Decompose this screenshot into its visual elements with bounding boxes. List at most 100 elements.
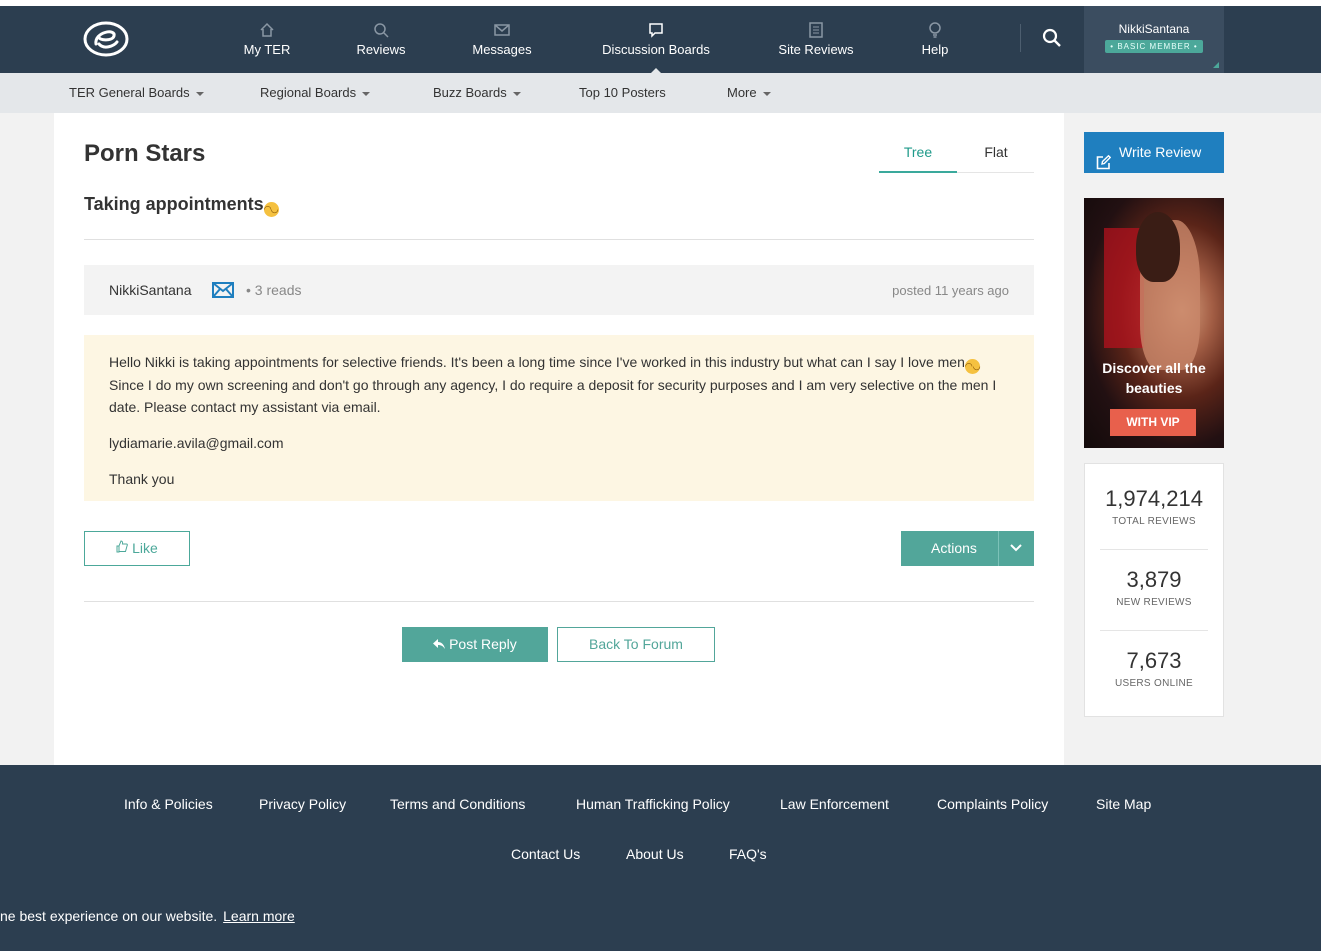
nav-site-reviews[interactable]: Site Reviews (775, 6, 857, 73)
subnav-regional-boards[interactable]: Regional Boards (260, 73, 371, 113)
subnav-buzz-boards[interactable]: Buzz Boards (433, 73, 521, 113)
footer-link-info-policies[interactable]: Info & Policies (124, 796, 213, 812)
ter-logo[interactable] (82, 20, 130, 58)
nav-label: Discussion Boards (602, 42, 710, 57)
stat-total-reviews: 1,974,214 TOTAL REVIEWS (1100, 486, 1208, 527)
footer-link-faqs[interactable]: FAQ's (729, 846, 767, 862)
nav-label: Site Reviews (778, 42, 854, 57)
search-icon (1042, 28, 1062, 53)
footer-link-law-enforcement[interactable]: Law Enforcement (780, 796, 889, 812)
divider (84, 601, 1034, 602)
subnav-label: Top 10 Posters (579, 85, 666, 100)
nav-label: My TER (243, 42, 291, 57)
post-header: NikkiSantana • 3 reads posted 11 years a… (84, 265, 1034, 315)
subnav-label: TER General Boards (69, 85, 190, 100)
actions-separator (998, 531, 999, 566)
footer-link-about-us[interactable]: About Us (626, 846, 684, 862)
chat-bubble-icon (648, 22, 664, 38)
username: NikkiSantana (1118, 22, 1190, 36)
smiley-emoji-icon: ◠◡ (263, 202, 279, 217)
stat-users-online: 7,673 USERS ONLINE (1100, 648, 1208, 689)
nav-label: Messages (472, 42, 532, 57)
thread-title-text: Taking appointments (84, 194, 264, 214)
thumbs-up-icon (116, 540, 132, 556)
stat-value: 1,974,214 (1105, 486, 1203, 511)
caret-down-icon (195, 91, 204, 96)
nav-messages[interactable]: Messages (467, 6, 537, 73)
cookie-notice: ne best experience on our website. Learn … (0, 908, 295, 924)
footer-link-human-trafficking[interactable]: Human Trafficking Policy (576, 796, 730, 812)
chevron-down-icon (1010, 541, 1022, 557)
actions-dropdown[interactable]: Actions (901, 531, 1034, 566)
envelope-icon[interactable] (212, 282, 234, 298)
footer-link-terms[interactable]: Terms and Conditions (390, 796, 525, 812)
footer-link-privacy-policy[interactable]: Privacy Policy (259, 796, 346, 812)
caret-down-icon (512, 91, 521, 96)
ad-headline: Discover all the beauties (1102, 360, 1206, 396)
subnav-top-10-posters[interactable]: Top 10 Posters (579, 73, 666, 113)
member-badge: • BASIC MEMBER • (1105, 40, 1203, 53)
nav-discussion-boards[interactable]: Discussion Boards (596, 6, 716, 74)
nav-reviews[interactable]: Reviews (352, 6, 410, 73)
nav-help[interactable]: Help (914, 6, 956, 73)
view-tabs: Tree Flat (879, 132, 1034, 173)
read-count-text: 3 reads (254, 282, 302, 298)
subnav-label: Buzz Boards (433, 85, 507, 100)
cookie-learn-more-link[interactable]: Learn more (223, 908, 295, 924)
divider (84, 239, 1034, 240)
home-icon (259, 22, 275, 38)
subnav-label: Regional Boards (260, 85, 357, 100)
post-closing: Thank you (109, 471, 175, 487)
like-button[interactable]: Like (84, 531, 190, 566)
stat-divider (1100, 549, 1208, 550)
back-to-forum-button[interactable]: Back To Forum (557, 627, 715, 662)
tab-tree[interactable]: Tree (879, 132, 957, 173)
read-count: • 3 reads (246, 282, 302, 298)
thread-title: Taking appointments◠◡ (84, 194, 279, 217)
nav-label: Help (921, 42, 949, 57)
nav-label: Reviews (356, 42, 406, 57)
subnav-more[interactable]: More (727, 73, 771, 113)
post-paragraph: Hello Nikki is taking appointments for s… (109, 351, 1009, 418)
site-stats: 1,974,214 TOTAL REVIEWS 3,879 NEW REVIEW… (1084, 463, 1224, 717)
vip-ad-banner[interactable]: Discover all the beauties WITH VIP (1084, 198, 1224, 448)
header-search-button[interactable] (1036, 24, 1068, 56)
envelope-icon (494, 22, 510, 38)
nav-my-ter[interactable]: My TER (238, 6, 296, 73)
board-title: Porn Stars (84, 140, 206, 167)
footer: Info & Policies Privacy Policy Terms and… (0, 765, 1321, 951)
footer-link-contact-us[interactable]: Contact Us (511, 846, 580, 862)
post-text-1: Hello Nikki is taking appointments for s… (109, 354, 965, 370)
ad-vip-button[interactable]: WITH VIP (1110, 409, 1196, 436)
post-body: Hello Nikki is taking appointments for s… (84, 335, 1034, 501)
ad-photo-detail (1136, 212, 1180, 282)
user-menu[interactable]: NikkiSantana • BASIC MEMBER • (1084, 6, 1224, 73)
post-email: lydiamarie.avila@gmail.com (109, 435, 284, 451)
search-icon (373, 22, 389, 38)
like-label: Like (132, 540, 158, 556)
document-icon (808, 22, 824, 38)
lightbulb-icon (927, 22, 943, 38)
caret-down-icon (762, 91, 771, 96)
actions-label: Actions (931, 540, 977, 556)
stat-new-reviews: 3,879 NEW REVIEWS (1100, 567, 1208, 608)
post-author[interactable]: NikkiSantana (109, 282, 192, 298)
user-menu-corner-icon (1213, 62, 1219, 68)
subnav-label: More (727, 85, 757, 100)
stat-divider (1100, 630, 1208, 631)
post-text-2: Since I do my own screening and don't go… (109, 377, 997, 415)
stat-label: USERS ONLINE (1114, 678, 1194, 689)
smiley-emoji-icon: ◠◡ (964, 359, 981, 374)
stat-label: TOTAL REVIEWS (1112, 516, 1196, 527)
post-reply-button[interactable]: Post Reply (402, 627, 548, 662)
stat-value: 7,673 (1126, 648, 1182, 673)
footer-link-site-map[interactable]: Site Map (1096, 796, 1151, 812)
tab-flat[interactable]: Flat (957, 132, 1035, 172)
edit-icon (1096, 145, 1112, 186)
post-time: posted 11 years ago (892, 283, 1009, 298)
subnav-ter-general-boards[interactable]: TER General Boards (69, 73, 204, 113)
footer-link-complaints-policy[interactable]: Complaints Policy (937, 796, 1048, 812)
nav-divider (1020, 24, 1021, 52)
write-review-button[interactable]: Write Review (1084, 132, 1224, 173)
post-reply-label: Post Reply (449, 636, 517, 652)
